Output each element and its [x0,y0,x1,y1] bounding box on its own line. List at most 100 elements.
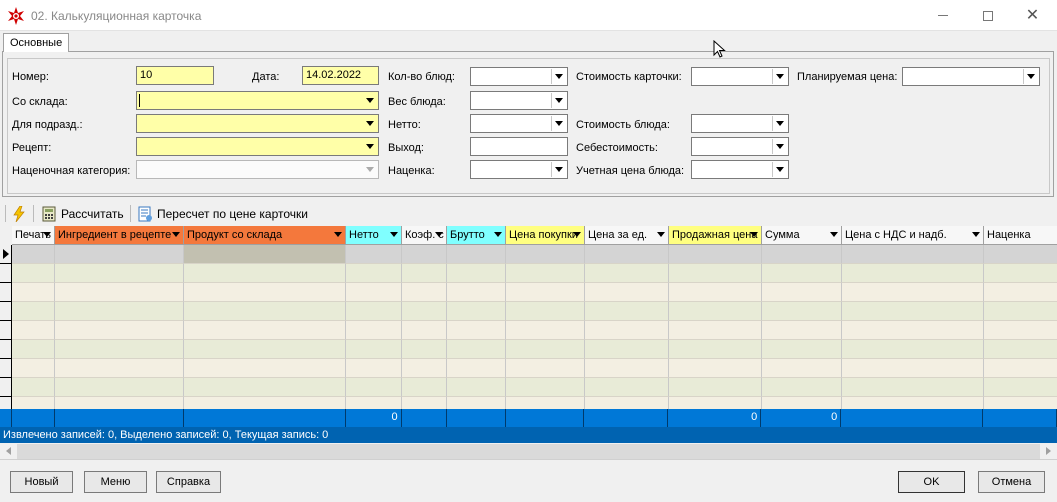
grid-column-header[interactable]: Цена покупки [506,226,585,245]
table-cell[interactable] [55,359,184,378]
date-field[interactable]: 14.02.2022 [302,66,379,85]
table-cell[interactable] [184,359,346,378]
table-cell[interactable] [184,321,346,340]
row-selector[interactable] [0,321,12,340]
chevron-down-icon[interactable] [43,232,51,237]
from-store-combo[interactable] [136,91,379,110]
table-cell[interactable] [984,378,1057,397]
table-cell[interactable] [842,378,984,397]
grid-rows[interactable] [12,245,1057,409]
scrollbar-thumb[interactable] [17,444,1040,459]
table-cell[interactable] [55,302,184,321]
table-cell[interactable] [585,283,669,302]
table-cell[interactable] [346,321,402,340]
chevron-down-icon[interactable] [362,93,377,108]
row-selector[interactable] [0,359,12,378]
chevron-down-icon[interactable] [172,232,180,237]
row-selector[interactable] [0,283,12,302]
table-cell[interactable] [402,245,447,264]
yield-field[interactable] [470,137,568,156]
chevron-down-icon[interactable] [494,232,502,237]
table-cell[interactable] [506,378,585,397]
table-cell[interactable] [585,321,669,340]
table-cell[interactable] [506,245,585,264]
table-cell[interactable] [506,340,585,359]
table-cell[interactable] [762,378,842,397]
chevron-down-icon[interactable] [362,162,377,177]
dish-weight-combo[interactable] [470,91,568,110]
chevron-down-icon[interactable] [362,139,377,154]
table-cell[interactable] [506,302,585,321]
table-cell[interactable] [12,359,55,378]
table-cell[interactable] [55,378,184,397]
ingredients-grid[interactable]: Печать Ингредиент в рецепте Продукт со скл… [0,226,1057,409]
table-cell[interactable] [346,264,402,283]
table-cell[interactable] [55,264,184,283]
row-selector[interactable] [0,378,12,397]
table-cell[interactable] [669,378,762,397]
table-cell[interactable] [669,302,762,321]
table-row[interactable] [12,264,1057,283]
table-cell[interactable] [447,397,506,409]
table-row[interactable] [12,302,1057,321]
table-cell[interactable] [55,245,184,264]
chevron-down-icon[interactable] [772,162,787,177]
table-cell[interactable] [447,359,506,378]
row-selector[interactable] [0,245,12,264]
markup-category-combo[interactable] [136,160,379,179]
chevron-down-icon[interactable] [362,116,377,131]
accounting-price-combo[interactable] [691,160,789,179]
chevron-down-icon[interactable] [551,162,566,177]
scroll-right-icon[interactable] [1040,443,1057,460]
table-cell[interactable] [984,321,1057,340]
table-cell[interactable] [762,359,842,378]
table-cell[interactable] [984,245,1057,264]
row-selector[interactable] [0,340,12,359]
chevron-down-icon[interactable] [551,116,566,131]
table-cell[interactable] [447,321,506,340]
table-cell[interactable] [346,245,402,264]
table-cell[interactable] [762,302,842,321]
table-cell[interactable] [669,359,762,378]
grid-column-header[interactable]: Цена с НДС и надб. [842,226,984,245]
table-cell[interactable] [762,245,842,264]
grid-column-header[interactable]: Наценка [984,226,1057,245]
table-cell[interactable] [447,378,506,397]
table-cell[interactable] [55,321,184,340]
table-cell[interactable] [585,264,669,283]
table-cell[interactable] [506,359,585,378]
table-cell[interactable] [984,397,1057,409]
table-cell[interactable] [184,245,346,264]
maximize-button[interactable] [965,0,1010,31]
row-selector[interactable] [0,264,12,283]
grid-column-header[interactable]: Продукт со склада [184,226,346,245]
table-cell[interactable] [984,340,1057,359]
table-cell[interactable] [184,302,346,321]
chevron-down-icon[interactable] [1023,69,1038,84]
chevron-down-icon[interactable] [390,232,398,237]
table-cell[interactable] [585,378,669,397]
table-cell[interactable] [346,378,402,397]
table-cell[interactable] [12,321,55,340]
table-cell[interactable] [842,245,984,264]
grid-column-header[interactable]: Сумма [762,226,842,245]
table-cell[interactable] [55,397,184,409]
table-cell[interactable] [447,340,506,359]
table-cell[interactable] [984,264,1057,283]
chevron-down-icon[interactable] [772,116,787,131]
table-cell[interactable] [842,340,984,359]
table-cell[interactable] [842,321,984,340]
table-row[interactable] [12,397,1057,409]
recalc-by-card-price-button[interactable]: Пересчет по цене карточки [137,203,308,224]
net-combo[interactable] [470,114,568,133]
table-cell[interactable] [842,397,984,409]
table-cell[interactable] [184,283,346,302]
grid-column-header[interactable]: Продажная цена [669,226,762,245]
row-selector[interactable] [0,397,12,409]
table-row[interactable] [12,340,1057,359]
dish-count-combo[interactable] [470,67,568,86]
new-button[interactable]: Новый [10,471,73,493]
table-cell[interactable] [402,340,447,359]
chevron-down-icon[interactable] [573,232,581,237]
title-bar[interactable]: 02. Калькуляционная карточка ✕ [0,0,1057,31]
